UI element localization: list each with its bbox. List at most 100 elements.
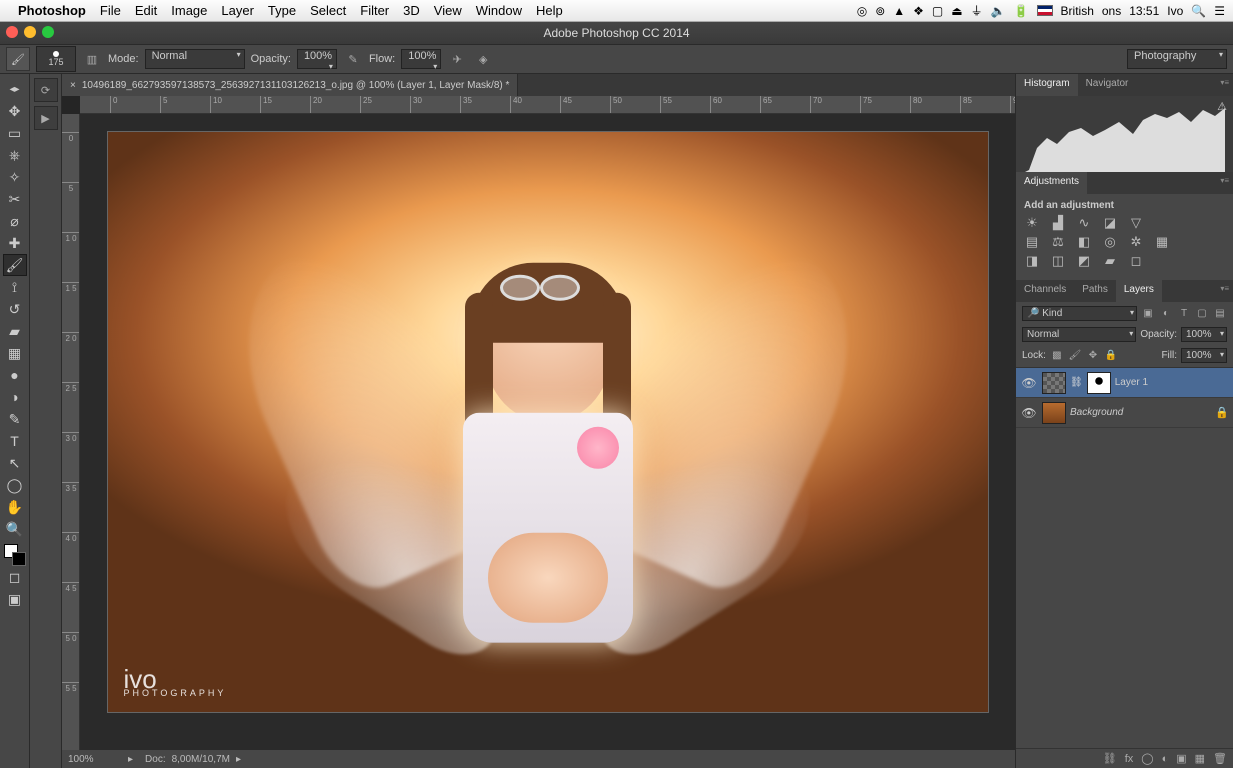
cc-cloud-icon[interactable]: ⊚	[875, 4, 885, 18]
layer-blend-mode[interactable]: Normal	[1022, 327, 1136, 342]
layer-filter-type[interactable]: 🔎 Kind	[1022, 306, 1137, 321]
filter-adjust-icon[interactable]: ◐	[1159, 307, 1173, 321]
menu-select[interactable]: Select	[310, 3, 346, 18]
adj-hue-icon[interactable]: ▤	[1024, 234, 1040, 250]
actions-panel-icon[interactable]: ▶	[34, 106, 58, 130]
zoom-window-button[interactable]	[42, 26, 54, 38]
panel-menu-icon[interactable]: ▾≡	[1216, 172, 1233, 194]
volume-icon[interactable]: 🔈	[991, 4, 1006, 18]
display-icon[interactable]: ▢	[932, 4, 943, 18]
lasso-tool[interactable]: ⎈	[3, 144, 27, 166]
menu-file[interactable]: File	[100, 3, 121, 18]
filter-type-icon[interactable]: T	[1177, 307, 1191, 321]
adj-threshold-icon[interactable]: ◩	[1076, 253, 1092, 269]
add-mask-icon[interactable]: ◯	[1141, 752, 1153, 765]
history-panel-icon[interactable]: ⟳	[34, 78, 58, 102]
zoom-tool[interactable]: 🔍	[3, 518, 27, 540]
minimize-window-button[interactable]	[24, 26, 36, 38]
brush-preset-picker[interactable]: 175	[36, 46, 76, 72]
layer-fill-input[interactable]: 100%	[1181, 348, 1227, 363]
tab-histogram[interactable]: Histogram	[1016, 74, 1078, 96]
filter-smart-icon[interactable]: ▤	[1213, 307, 1227, 321]
menu-image[interactable]: Image	[171, 3, 207, 18]
dropbox-icon[interactable]: ❖	[913, 4, 924, 18]
move-tool[interactable]: ✥	[3, 100, 27, 122]
close-window-button[interactable]	[6, 26, 18, 38]
mask-thumbnail[interactable]	[1087, 372, 1111, 394]
document-tab[interactable]: × 10496189_662793597138573_2563927131103…	[62, 74, 518, 96]
layer-fx-icon[interactable]: fx	[1125, 753, 1134, 765]
quick-mask-toggle[interactable]: ◻	[3, 566, 27, 588]
type-tool[interactable]: T	[3, 430, 27, 452]
menu-filter[interactable]: Filter	[360, 3, 389, 18]
pressure-size-icon[interactable]: ◈	[473, 49, 493, 69]
status-menu-icon[interactable]: ▸	[230, 754, 247, 765]
color-swatches[interactable]	[4, 544, 26, 566]
adj-levels-icon[interactable]: ▟	[1050, 215, 1066, 231]
delete-layer-icon[interactable]: 🗑	[1213, 752, 1227, 765]
lock-all-icon[interactable]: 🔒	[1104, 349, 1118, 363]
filter-shape-icon[interactable]: ▢	[1195, 307, 1209, 321]
app-menu[interactable]: Photoshop	[18, 3, 86, 18]
new-group-icon[interactable]: ▣	[1176, 752, 1186, 765]
canvas-viewport[interactable]: ivo PHOTOGRAPHY	[80, 114, 1015, 750]
adj-curves-icon[interactable]: ∿	[1076, 215, 1092, 231]
menu-help[interactable]: Help	[536, 3, 563, 18]
lock-pixels-icon[interactable]: ▩	[1050, 349, 1064, 363]
new-adjustment-icon[interactable]: ◐	[1162, 753, 1169, 765]
adj-exposure-icon[interactable]: ◪	[1102, 215, 1118, 231]
eraser-tool[interactable]: ▰	[3, 320, 27, 342]
tab-adjustments[interactable]: Adjustments	[1016, 172, 1087, 194]
clock-day[interactable]: ons	[1102, 4, 1121, 18]
background-color[interactable]	[12, 552, 26, 566]
airbrush-icon[interactable]: ✈	[447, 49, 467, 69]
lock-paint-icon[interactable]: 🖌	[1068, 349, 1082, 363]
lock-position-icon[interactable]: ✥	[1086, 349, 1100, 363]
layer-name[interactable]: Layer 1	[1115, 377, 1148, 388]
spotlight-icon[interactable]: 🔍	[1191, 4, 1206, 18]
layer-opacity-input[interactable]: 100%	[1181, 327, 1227, 342]
flow-input[interactable]: 100%	[401, 49, 441, 69]
sync-icon[interactable]: ◎	[857, 4, 867, 18]
adj-bw-icon[interactable]: ◧	[1076, 234, 1092, 250]
adj-photofilter-icon[interactable]: ◎	[1102, 234, 1118, 250]
path-select-tool[interactable]: ↖	[3, 452, 27, 474]
hand-tool[interactable]: ✋	[3, 496, 27, 518]
adj-mixer-icon[interactable]: ✲	[1128, 234, 1144, 250]
adj-lookup-icon[interactable]: ▦	[1154, 234, 1170, 250]
blur-tool[interactable]: ●	[3, 364, 27, 386]
menu-view[interactable]: View	[434, 3, 462, 18]
adj-balance-icon[interactable]: ⚖	[1050, 234, 1066, 250]
panel-menu-icon[interactable]: ▾≡	[1216, 280, 1233, 302]
canvas[interactable]: ivo PHOTOGRAPHY	[108, 132, 988, 712]
user-name[interactable]: Ivo	[1167, 4, 1183, 18]
close-tab-icon[interactable]: ×	[70, 80, 76, 91]
layer-thumbnail[interactable]	[1042, 372, 1066, 394]
panel-menu-icon[interactable]: ▾≡	[1216, 74, 1233, 96]
cloud-icon[interactable]: ▲	[893, 4, 905, 18]
shape-tool[interactable]: ◯	[3, 474, 27, 496]
healing-brush-tool[interactable]: ✚	[3, 232, 27, 254]
notifications-icon[interactable]: ☰	[1214, 4, 1225, 18]
tab-channels[interactable]: Channels	[1016, 280, 1074, 302]
adj-vibrance-icon[interactable]: ▽	[1128, 215, 1144, 231]
tab-navigator[interactable]: Navigator	[1078, 74, 1137, 96]
horizontal-ruler[interactable]: 051015202530354045505560657075808590	[80, 96, 1015, 114]
filter-pixel-icon[interactable]: ▣	[1141, 307, 1155, 321]
visibility-toggle-icon[interactable]: 👁	[1020, 406, 1038, 420]
adj-gradmap-icon[interactable]: ▰	[1102, 253, 1118, 269]
gradient-tool[interactable]: ▦	[3, 342, 27, 364]
input-language[interactable]: British	[1061, 4, 1094, 18]
layer-thumbnail[interactable]	[1042, 402, 1066, 424]
doc-size-value[interactable]: 8,00M/10,7M	[166, 754, 230, 765]
mask-link-icon[interactable]: ⛓	[1070, 377, 1083, 388]
wifi-icon[interactable]: ⏚	[971, 2, 983, 19]
histogram-cache-warning-icon[interactable]: ⚠	[1217, 100, 1227, 113]
layer-row[interactable]: 👁 Background 🔒	[1016, 398, 1233, 428]
clock-time[interactable]: 13:51	[1129, 4, 1159, 18]
opacity-input[interactable]: 100%	[297, 49, 337, 69]
layer-name[interactable]: Background	[1070, 407, 1123, 418]
adj-brightness-icon[interactable]: ☀	[1024, 215, 1040, 231]
link-layers-icon[interactable]: ⛓	[1103, 752, 1117, 765]
adj-invert-icon[interactable]: ◨	[1024, 253, 1040, 269]
